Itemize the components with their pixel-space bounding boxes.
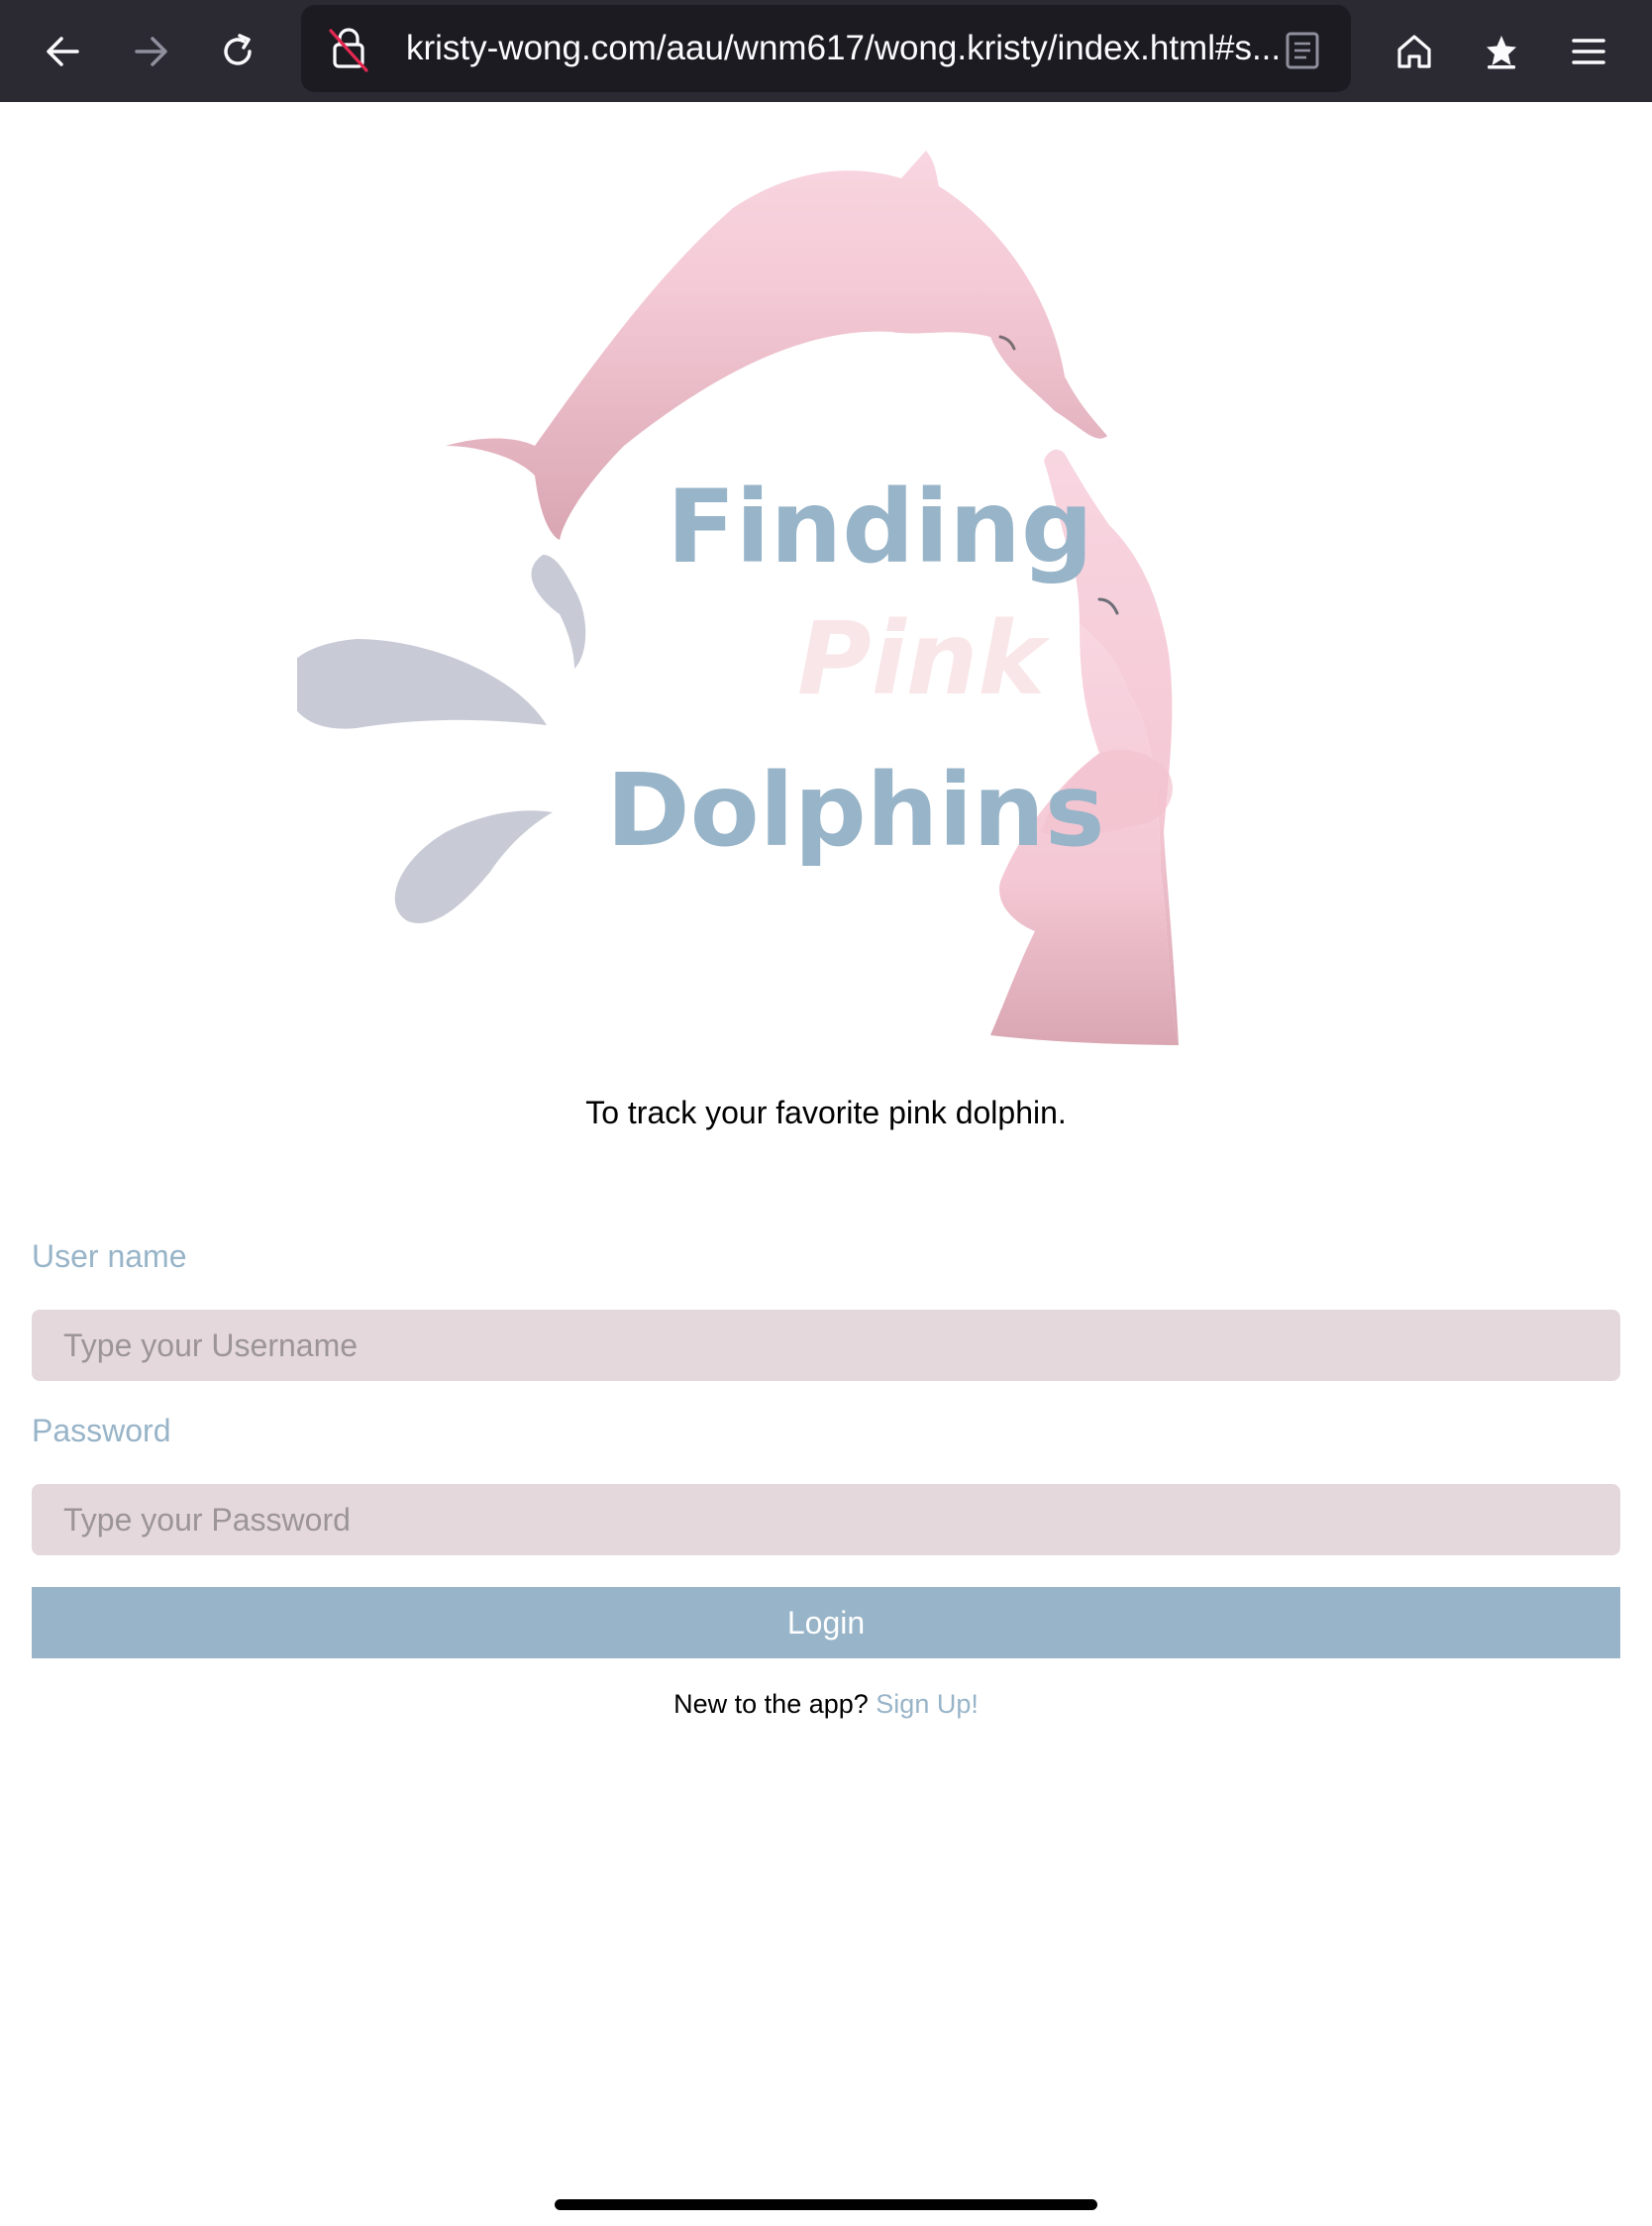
signup-prompt: New to the app? Sign Up! — [0, 1689, 1652, 1720]
forward-button[interactable] — [121, 22, 180, 81]
logo-title-pink: Pink — [797, 600, 1051, 718]
logo-title-finding: Finding — [667, 469, 1093, 586]
menu-button[interactable] — [1559, 22, 1618, 81]
password-label: Password — [32, 1413, 171, 1448]
login-button[interactable]: Login — [32, 1587, 1620, 1658]
url-text[interactable]: kristy-wong.com/aau/wnm617/wong.kristy/i… — [406, 5, 1278, 92]
home-indicator — [555, 2199, 1097, 2210]
password-input[interactable] — [32, 1484, 1620, 1555]
finding-pink-dolphins-logo: Finding Pink Dolphins — [297, 151, 1179, 1045]
splash-drop-image — [394, 810, 553, 923]
back-button[interactable] — [34, 22, 93, 81]
reload-button[interactable] — [208, 22, 267, 81]
back-icon — [47, 37, 79, 66]
logo-title-dolphins: Dolphins — [606, 752, 1105, 870]
menu-icon — [1572, 39, 1605, 64]
address-bar[interactable]: kristy-wong.com/aau/wnm617/wong.kristy/i… — [301, 5, 1351, 92]
username-input[interactable] — [32, 1310, 1620, 1381]
browser-toolbar: kristy-wong.com/aau/wnm617/wong.kristy/i… — [0, 0, 1652, 102]
tagline: To track your favorite pink dolphin. — [585, 1095, 1067, 1130]
insecure-lock-icon — [329, 28, 368, 72]
bookmarks-icon — [1487, 36, 1516, 69]
splash-drop-image — [297, 639, 547, 729]
reader-view-icon[interactable] — [1285, 31, 1320, 70]
bookmarks-button[interactable] — [1472, 22, 1531, 81]
splash-drop-image — [531, 555, 586, 669]
username-label: User name — [32, 1238, 187, 1274]
home-button[interactable] — [1385, 22, 1444, 81]
signup-link[interactable]: Sign Up! — [876, 1689, 979, 1719]
signup-prompt-text: New to the app? — [673, 1689, 869, 1719]
forward-icon — [135, 37, 167, 66]
reload-icon — [224, 34, 252, 65]
home-icon — [1397, 35, 1431, 68]
